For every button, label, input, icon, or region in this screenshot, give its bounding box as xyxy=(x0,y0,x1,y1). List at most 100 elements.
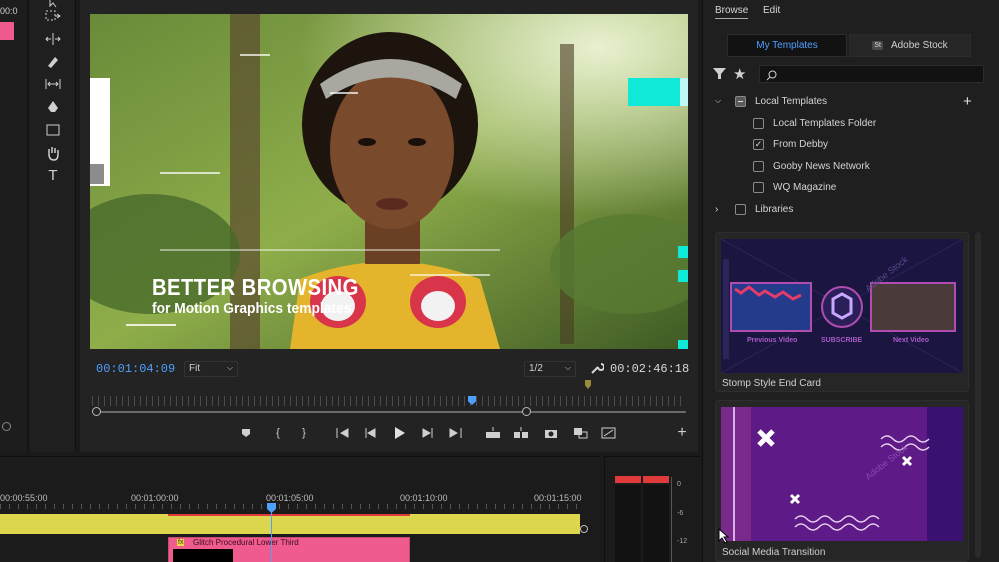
checkbox-checked[interactable]: ✓ xyxy=(753,138,764,150)
step-back-icon[interactable] xyxy=(360,424,380,442)
tree-item[interactable]: Gooby News Network xyxy=(753,156,870,176)
meter-scale-label: -6 xyxy=(677,510,684,517)
zoom-level-dropdown[interactable]: Fit ⌵ xyxy=(184,361,238,377)
ripple-edit-tool-icon[interactable] xyxy=(39,29,67,49)
my-templates-tab[interactable]: My Templates xyxy=(727,34,847,57)
mark-in-icon[interactable]: { xyxy=(268,424,288,442)
tree-local-templates[interactable]: ⌵ Local Templates xyxy=(715,91,827,111)
local-templates-label: Local Templates xyxy=(755,95,828,107)
left-panel-indicator-icon xyxy=(2,422,11,431)
left-panel-clip-chip[interactable] xyxy=(0,22,14,40)
filter-icon[interactable] xyxy=(713,67,726,85)
duration-timecode: 00:02:46:18 xyxy=(610,362,690,376)
add-folder-plus-icon[interactable]: + xyxy=(963,93,972,110)
go-to-out-icon[interactable] xyxy=(446,424,466,442)
meter-scale-label: -12 xyxy=(677,538,688,545)
ruler-label: 00:01:10:00 xyxy=(400,493,448,503)
zoom-handle-right[interactable] xyxy=(522,407,531,416)
settings-wrench-icon[interactable] xyxy=(590,361,605,375)
search-icon xyxy=(766,68,777,86)
razor-tool-icon[interactable] xyxy=(39,51,67,71)
rectangle-tool-icon[interactable] xyxy=(39,120,67,140)
template-thumbnail[interactable]: Previous Video SUBSCRIBE Next Video Adob… xyxy=(721,239,963,373)
time-ruler[interactable] xyxy=(92,396,686,406)
libraries-label: Libraries xyxy=(755,203,794,215)
mouse-cursor-icon xyxy=(718,527,730,549)
button-editor-plus-icon[interactable]: + xyxy=(672,424,692,442)
favorites-star-icon[interactable]: ★ xyxy=(733,65,746,83)
hand-tool-icon[interactable] xyxy=(39,143,67,163)
render-bar xyxy=(168,514,410,516)
timeline-ruler-ticks[interactable] xyxy=(0,504,580,509)
checkbox[interactable] xyxy=(753,160,764,172)
go-to-in-icon[interactable] xyxy=(332,424,352,442)
chevron-down-icon: ⌵ xyxy=(226,363,233,372)
resolution-value: 1/2 xyxy=(529,363,543,374)
checkbox[interactable] xyxy=(753,181,764,193)
left-panel-timecode: 00:0 xyxy=(0,6,18,16)
step-forward-icon[interactable] xyxy=(418,424,438,442)
template-card[interactable]: Adobe Stock Social Media Transition xyxy=(715,400,969,562)
clip-label: Glitch Procedural Lower Third xyxy=(193,538,299,547)
zoom-handle-left[interactable] xyxy=(92,407,101,416)
timeline-clip[interactable]: fx Glitch Procedural Lower Third xyxy=(168,537,410,562)
template-name: Social Media Transition xyxy=(722,547,826,558)
work-area-end-handle[interactable] xyxy=(580,525,588,533)
checkbox[interactable] xyxy=(753,117,764,129)
left-panel-strip: 00:0 xyxy=(0,0,28,452)
out-marker[interactable] xyxy=(585,380,591,389)
adobe-stock-label: Adobe Stock xyxy=(890,40,948,51)
tree-item[interactable]: ✓ From Debby xyxy=(753,134,828,154)
type-tool-icon[interactable]: T xyxy=(39,165,67,185)
tree-item[interactable]: WQ Magazine xyxy=(753,177,836,197)
overlay-title: BETTER BROWSING xyxy=(152,274,359,300)
timeline-panel: 00:00:55:00 00:01:00:00 00:01:05:00 00:0… xyxy=(0,456,600,562)
local-templates-checkbox[interactable] xyxy=(735,95,746,107)
add-marker-icon[interactable] xyxy=(236,424,256,442)
search-input[interactable] xyxy=(759,65,984,83)
program-monitor: BETTER BROWSING for Motion Graphics temp… xyxy=(80,0,698,452)
template-card[interactable]: Previous Video SUBSCRIBE Next Video Adob… xyxy=(715,232,969,392)
meter-channel-left xyxy=(615,485,641,562)
zoom-scrollbar[interactable] xyxy=(96,411,686,413)
adobe-stock-tab[interactable]: St Adobe Stock xyxy=(849,34,971,57)
slip-tool-icon[interactable] xyxy=(39,74,67,94)
proxy-toggle-icon[interactable] xyxy=(598,424,618,442)
lift-icon[interactable] xyxy=(483,424,503,442)
comparison-view-icon[interactable] xyxy=(570,424,590,442)
mark-out-icon[interactable]: } xyxy=(294,424,314,442)
tab-browse[interactable]: Browse xyxy=(715,5,749,19)
panel-scrollbar[interactable] xyxy=(975,232,981,558)
thumb-next-video: Next Video xyxy=(893,337,930,344)
thumb-previous-video: Previous Video xyxy=(747,337,798,344)
adobe-stock-badge-icon: St xyxy=(872,41,883,50)
tab-edit[interactable]: Edit xyxy=(763,5,780,16)
pen-tool-icon[interactable] xyxy=(39,97,67,117)
libraries-checkbox[interactable] xyxy=(735,203,746,215)
track-select-tool-icon[interactable] xyxy=(39,6,67,26)
play-icon[interactable] xyxy=(389,424,409,442)
tree-item-label: Gooby News Network xyxy=(773,160,870,172)
tree-item[interactable]: Local Templates Folder xyxy=(753,113,876,133)
chevron-down-icon: ⌵ xyxy=(564,363,571,372)
zoom-level-value: Fit xyxy=(189,363,201,374)
work-area-bar[interactable] xyxy=(0,514,580,534)
current-timecode[interactable]: 00:01:04:09 xyxy=(96,362,175,376)
meter-peak-right xyxy=(643,476,669,483)
template-thumbnail[interactable]: Adobe Stock xyxy=(721,407,963,541)
resolution-dropdown[interactable]: 1/2 ⌵ xyxy=(524,361,576,377)
timeline-playhead[interactable] xyxy=(267,503,276,513)
meter-scale-label: 0 xyxy=(677,481,681,488)
overlay-subtitle: for Motion Graphics templates xyxy=(152,300,352,317)
tree-item-label: From Debby xyxy=(773,138,829,150)
audio-meter: 0 -6 -12 xyxy=(604,456,700,562)
essential-graphics-panel: Browse Edit My Templates St Adobe Stock … xyxy=(702,0,999,562)
timeline-playhead-line[interactable] xyxy=(271,505,272,562)
extract-icon[interactable] xyxy=(511,424,531,442)
my-templates-label: My Templates xyxy=(756,40,818,51)
ruler-label: 00:01:15:00 xyxy=(534,493,582,503)
export-frame-icon[interactable] xyxy=(541,424,561,442)
tree-libraries[interactable]: › Libraries xyxy=(715,199,793,219)
thumb-subscribe: SUBSCRIBE xyxy=(821,337,863,344)
ruler-label: 00:01:05:00 xyxy=(266,493,314,503)
